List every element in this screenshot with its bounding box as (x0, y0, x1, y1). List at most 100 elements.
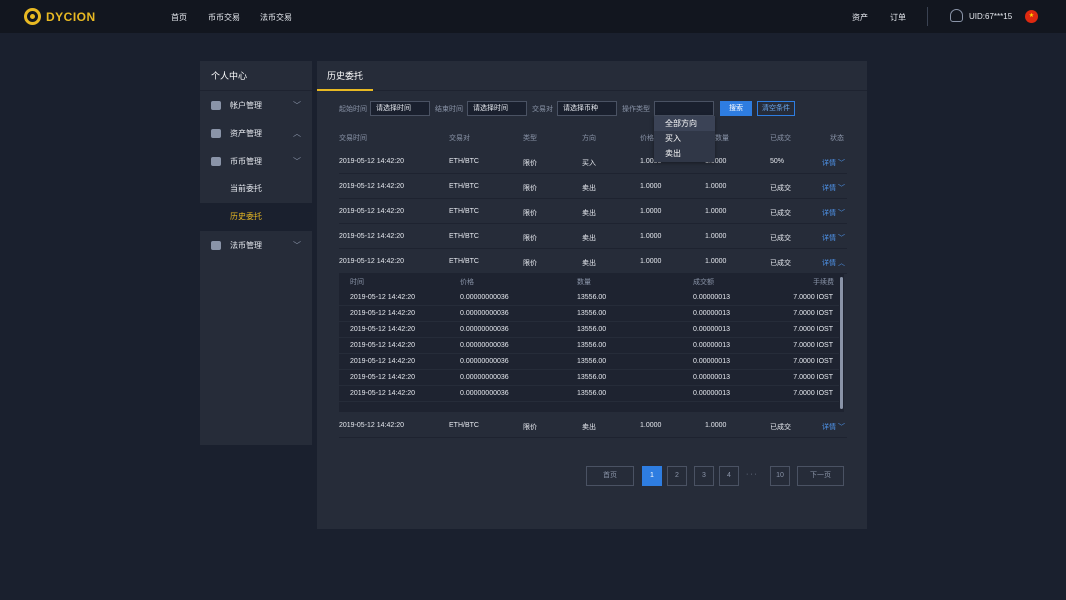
sidebar-item-account[interactable]: 帐户管理 ﹀ (200, 91, 312, 119)
user-icon (211, 100, 221, 110)
order-cell: 限价 (523, 185, 537, 192)
detail-scrollbar[interactable] (840, 277, 843, 409)
detail-cell: 7.0000 IOST (793, 310, 833, 317)
order-cell: 卖出 (582, 235, 596, 242)
dropdown-option-buy[interactable]: 买入 (654, 131, 715, 146)
detail-link[interactable]: 详情 (822, 208, 836, 218)
detail-cell: 13556.00 (577, 358, 607, 365)
order-row: 2019-05-12 14:42:20 ETH/BTC 限价 卖出 1.0000 1.00… (339, 199, 847, 224)
chevron-down-icon[interactable]: ﹀ (838, 208, 845, 218)
order-cell: ETH/BTC (449, 422, 479, 429)
nav-divider (927, 7, 928, 26)
order-cell: 卖出 (582, 210, 596, 217)
detail-link[interactable]: 详情 (822, 233, 836, 243)
operation-type-label: 操作类型 (622, 106, 650, 113)
detail-col-header: 时间 (350, 279, 364, 286)
brand-logo[interactable]: DYCION (24, 8, 96, 25)
detail-link[interactable]: 详情 (822, 183, 836, 193)
operation-type-select[interactable] (654, 101, 714, 116)
direction-dropdown: 全部方向 买入 卖出 (654, 116, 715, 162)
order-cell: 1.0000 (705, 183, 727, 190)
dropdown-option-all[interactable]: 全部方向 (654, 116, 715, 131)
chevron-down-icon: ﹀ (293, 101, 301, 110)
detail-cell: 0.00000000036 (460, 358, 509, 365)
sidebar-item-coin[interactable]: 币币管理 ﹀ (200, 147, 312, 175)
pagination-page[interactable]: 1 (642, 466, 662, 486)
detail-cell: 0.00000000036 (460, 390, 509, 397)
order-cell: 1.0000 (705, 422, 727, 429)
pagination-page[interactable]: 3 (694, 466, 714, 486)
sidebar-sub-history-orders[interactable]: 历史委托 (200, 203, 312, 231)
language-flag-icon[interactable]: ★ (1025, 10, 1038, 23)
sidebar-sub-current-orders[interactable]: 当前委托 (200, 175, 312, 203)
detail-cell: 7.0000 IOST (793, 294, 833, 301)
order-row: 2019-05-12 14:42:20 ETH/BTC 限价 卖出 1.0000 1.00… (339, 413, 847, 438)
tab-history-orders[interactable]: 历史委托 (317, 61, 374, 91)
pagination-page[interactable]: 4 (719, 466, 739, 486)
coin-icon (211, 156, 221, 166)
detail-cell: 2019-05-12 14:42:20 (350, 374, 415, 381)
nav-coin-trade[interactable]: 币币交易 (208, 12, 240, 23)
detail-link[interactable]: 详情 (822, 158, 836, 168)
order-cell: 1.0000 (640, 183, 662, 190)
order-cell: 买入 (582, 160, 596, 167)
bank-icon (211, 240, 221, 250)
order-cell: 已成交 (770, 260, 791, 267)
detail-cell: 7.0000 IOST (793, 374, 833, 381)
chevron-down-icon[interactable]: ﹀ (838, 422, 845, 432)
detail-col-header: 手续费 (813, 279, 834, 286)
detail-cell: 7.0000 IOST (793, 342, 833, 349)
col-header: 状态 (830, 135, 844, 142)
order-cell: ETH/BTC (449, 208, 479, 215)
dropdown-option-sell[interactable]: 卖出 (654, 146, 715, 161)
col-header: 数量 (715, 135, 729, 142)
detail-cell: 0.00000000036 (460, 294, 509, 301)
pagination-first[interactable]: 首页 (586, 466, 634, 486)
order-cell: 2019-05-12 14:42:20 (339, 208, 404, 215)
sidebar-item-assets[interactable]: 资产管理 ︿ (200, 119, 312, 147)
start-time-value: 请选择时间 (376, 105, 411, 112)
nav-assets[interactable]: 资产 (852, 12, 868, 23)
chevron-down-icon[interactable]: ﹀ (838, 158, 845, 168)
chevron-down-icon[interactable]: ﹀ (838, 233, 845, 243)
chevron-up-icon[interactable]: ︿ (838, 258, 845, 268)
clear-filters-button[interactable]: 清空条件 (757, 101, 795, 116)
detail-cell: 0.00000000036 (460, 374, 509, 381)
pagination-page[interactable]: 2 (667, 466, 687, 486)
detail-cell: 13556.00 (577, 390, 607, 397)
nav-fiat-trade[interactable]: 法币交易 (260, 12, 292, 23)
detail-cell: 7.0000 IOST (793, 326, 833, 333)
order-cell: 2019-05-12 14:42:20 (339, 258, 404, 265)
end-time-input[interactable]: 请选择时间 (467, 101, 527, 116)
user-uid[interactable]: UID:67***15 (969, 12, 1012, 21)
detail-row: 2019-05-12 14:42:20 0.00000000036 13556.00… (339, 386, 839, 402)
detail-cell: 13556.00 (577, 342, 607, 349)
chevron-down-icon[interactable]: ﹀ (838, 183, 845, 193)
order-cell: 卖出 (582, 185, 596, 192)
pagination-next[interactable]: 下一页 (797, 466, 844, 486)
nav-home[interactable]: 首页 (171, 12, 187, 23)
sidebar-item-fiat[interactable]: 法币管理 ﹀ (200, 231, 312, 259)
order-cell: 限价 (523, 235, 537, 242)
nav-orders[interactable]: 订单 (890, 12, 906, 23)
order-cell: ETH/BTC (449, 258, 479, 265)
search-button[interactable]: 搜索 (720, 101, 752, 116)
order-cell: 2019-05-12 14:42:20 (339, 422, 404, 429)
detail-link[interactable]: 详情 (822, 422, 836, 432)
detail-link[interactable]: 详情 (822, 258, 836, 268)
pair-select[interactable]: 请选择币种 (557, 101, 617, 116)
brand-name: DYCION (46, 9, 96, 24)
user-icon[interactable] (950, 9, 963, 22)
detail-cell: 13556.00 (577, 294, 607, 301)
logo-icon (24, 8, 41, 25)
detail-col-header: 价格 (460, 279, 474, 286)
pagination-page[interactable]: 10 (770, 466, 790, 486)
start-time-input[interactable]: 请选择时间 (370, 101, 430, 116)
detail-cell: 0.00000000036 (460, 342, 509, 349)
pagination-ellipsis: · · · (746, 471, 757, 478)
col-header: 已成交 (770, 135, 791, 142)
tab-bar: 历史委托 (317, 61, 867, 91)
detail-row: 2019-05-12 14:42:20 0.00000000036 13556.00… (339, 370, 839, 386)
end-time-label: 结束时间 (435, 106, 463, 113)
order-cell: 卖出 (582, 424, 596, 431)
